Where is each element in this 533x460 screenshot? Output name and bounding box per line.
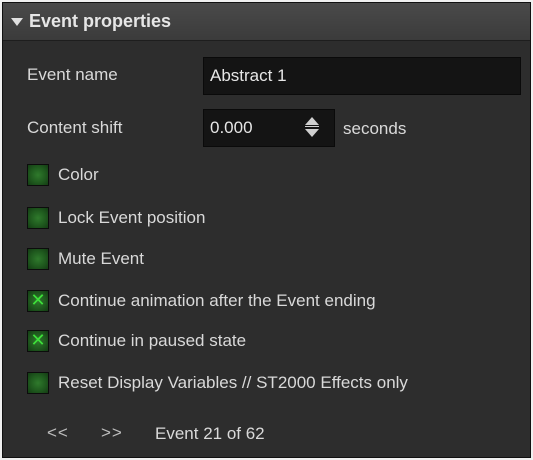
- checkbox-checked[interactable]: ✕: [27, 290, 49, 312]
- event-counter: Event 21 of 62: [155, 424, 265, 443]
- content-shift-unit: seconds: [343, 119, 407, 138]
- triangle-down-icon[interactable]: [11, 17, 23, 26]
- check-x-icon: ✕: [30, 330, 46, 351]
- check-x-icon: ✕: [30, 290, 46, 311]
- spin-up-arrow-icon[interactable]: [305, 117, 319, 125]
- event-name-label: Event name: [27, 65, 118, 84]
- event-properties-panel: Event properties Event name Content shif…: [2, 2, 531, 458]
- option-label: Continue animation after the Event endin…: [58, 291, 376, 310]
- option-mute-event[interactable]: Mute Event: [27, 246, 144, 272]
- option-label: Continue in paused state: [58, 331, 247, 350]
- option-reset-display-variables[interactable]: Reset Display Variables // ST2000 Effect…: [27, 370, 408, 396]
- option-label: Lock Event position: [58, 208, 206, 227]
- content-shift-label: Content shift: [27, 118, 123, 137]
- next-event-button[interactable]: >>: [101, 423, 123, 443]
- option-label: Mute Event: [58, 249, 144, 268]
- up-down-spinner-icon[interactable]: [305, 114, 321, 140]
- panel-title: Event properties: [29, 11, 172, 31]
- option-label: Reset Display Variables // ST2000 Effect…: [58, 373, 408, 392]
- spin-down-arrow-icon[interactable]: [305, 129, 319, 137]
- checkbox[interactable]: [27, 248, 49, 270]
- panel-header[interactable]: Event properties: [3, 3, 530, 41]
- checkbox[interactable]: [27, 207, 49, 229]
- spin-divider: [305, 126, 319, 127]
- option-continue-paused[interactable]: ✕ Continue in paused state: [27, 328, 246, 354]
- option-lock-event-position[interactable]: Lock Event position: [27, 205, 205, 231]
- option-continue-animation[interactable]: ✕ Continue animation after the Event end…: [27, 288, 376, 314]
- option-label: Color: [58, 165, 99, 184]
- checkbox[interactable]: [27, 372, 49, 394]
- prev-event-button[interactable]: <<: [47, 423, 69, 443]
- event-name-input[interactable]: [203, 57, 521, 95]
- option-color[interactable]: Color: [27, 162, 99, 188]
- checkbox[interactable]: [27, 164, 49, 186]
- checkbox-checked[interactable]: ✕: [27, 330, 49, 352]
